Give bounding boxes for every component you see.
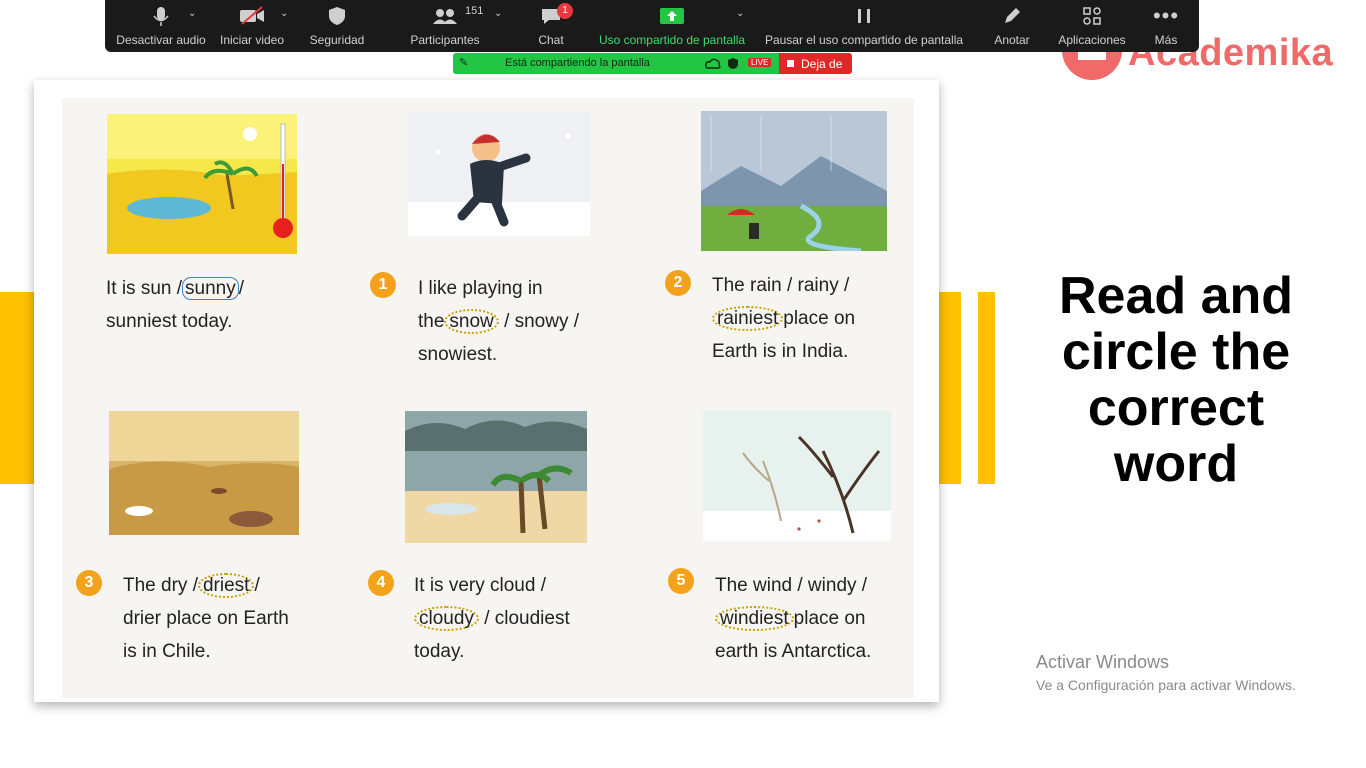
slide-title: Read and circle the correct word (1040, 268, 1312, 492)
share-screen-label: Uso compartido de pantalla (598, 33, 746, 47)
cloud-icon (705, 58, 721, 69)
pencil-icon (1005, 8, 1020, 23)
item-5-line-1: The wind / windy / (715, 575, 868, 596)
participants-label: Participantes (410, 33, 480, 47)
item-1-number: 1 (370, 272, 396, 298)
worksheet-card: It is sun / sunny / sunniest today. 1 I li… (34, 80, 939, 702)
rainy-picture (701, 111, 887, 251)
item-2-line-3: Earth is in India. (712, 341, 849, 362)
example-text-2: / (238, 278, 245, 299)
stop-share-button[interactable]: Deja de (779, 53, 852, 74)
participants-chevron-icon[interactable]: ⌄ (494, 8, 502, 19)
item-4-answer-cloudy: cloudy (414, 606, 479, 631)
example-text-1: It is sun / (106, 278, 183, 299)
annotate-button[interactable]: Anotar (989, 0, 1035, 52)
more-dots-icon: ••• (1152, 3, 1180, 28)
zoom-toolbar: Desactivar audio ⌄ Iniciar video ⌄ Segur… (105, 0, 1199, 52)
shield-icon (329, 7, 345, 25)
windy-picture (703, 411, 891, 541)
item-3-sentence: The dry / driest / drier place on Earth is… (123, 569, 289, 668)
item-1-line-2a: the (418, 311, 445, 332)
item-1-line-2c: / snowy / (504, 311, 580, 332)
stop-square-icon (787, 60, 794, 67)
pause-icon (858, 9, 870, 23)
yellow-bar-left (0, 292, 34, 484)
dry-desert-picture (109, 411, 299, 535)
example-answer-sunny: sunny (182, 277, 239, 300)
item-2-line-2c: place on (783, 308, 856, 329)
apps-button[interactable]: Aplicaciones (1055, 0, 1129, 52)
stop-share-label: Deja de (801, 56, 843, 71)
apps-icon (1083, 7, 1101, 25)
yellow-bar-right-1 (939, 292, 961, 484)
chat-button[interactable]: 1 Chat (531, 0, 573, 52)
item-2-line-1: The rain / rainy / (712, 275, 850, 296)
chat-badge: 1 (557, 3, 573, 19)
snowy-picture (408, 112, 590, 236)
video-off-icon (240, 6, 264, 25)
item-3-line-2: drier place on Earth (123, 608, 289, 629)
apps-label: Aplicaciones (1058, 33, 1126, 47)
chat-label: Chat (538, 33, 564, 47)
more-button[interactable]: ••• Más (1151, 0, 1181, 52)
sharing-text: Está compartiendo la pantalla (505, 57, 650, 69)
item-1-line-1: I like playing in (418, 278, 543, 299)
title-line-3: correct (1087, 379, 1265, 437)
item-2-sentence: The rain / rainy / rainiest place on Eart… (712, 269, 855, 368)
microphone-icon (153, 7, 169, 26)
audio-options-chevron-icon[interactable]: ⌄ (188, 8, 196, 19)
title-line-4: word (1113, 435, 1239, 493)
security-button[interactable]: Seguridad (305, 0, 369, 52)
annotate-label: Anotar (994, 33, 1030, 47)
pause-share-button[interactable]: Pausar el uso compartido de pantalla (765, 0, 963, 52)
shield-check-icon (728, 58, 738, 69)
title-line-2: circle the (1061, 323, 1291, 381)
yellow-bar-right-2 (978, 292, 995, 484)
item-5-sentence: The wind / windy / windiest place on eart… (715, 569, 871, 668)
item-1-sentence: I like playing in the snow / snowy / snow… (418, 272, 579, 371)
example-text-3: sunniest today. (106, 311, 233, 332)
item-3-line-3: is in Chile. (123, 641, 211, 662)
item-3-number: 3 (76, 570, 102, 596)
item-1-line-3: snowiest. (418, 344, 498, 365)
pin-icon[interactable]: ✎ (459, 56, 468, 69)
share-options-chevron-icon[interactable]: ⌄ (736, 8, 744, 19)
item-4-sentence: It is very cloud / cloudy / cloudiest to… (414, 569, 570, 668)
title-line-1: Read and (1058, 267, 1294, 325)
mute-label: Desactivar audio (116, 33, 206, 47)
item-3-answer-driest: driest (197, 573, 255, 598)
live-badge: LIVE (748, 58, 772, 67)
share-screen-icon (660, 8, 684, 24)
participants-icon (433, 9, 457, 24)
item-4-line-3: today. (414, 641, 465, 662)
item-5-line-3: earth is Antarctica. (715, 641, 872, 662)
worksheet-page: It is sun / sunny / sunniest today. 1 I li… (62, 98, 914, 698)
item-2-answer-rainiest: rainiest (712, 306, 784, 331)
item-4-number: 4 (368, 570, 394, 596)
cloudy-picture (405, 411, 587, 543)
video-label: Iniciar video (219, 33, 285, 47)
participants-count: 151 (465, 5, 484, 17)
activate-windows-title: Activar Windows (1036, 652, 1170, 672)
example-sentence: It is sun / sunny / sunniest today. (106, 272, 244, 338)
sharing-banner[interactable]: ✎ Está compartiendo la pantalla LIVE (453, 53, 779, 74)
pause-share-label: Pausar el uso compartido de pantalla (764, 33, 964, 47)
item-5-answer-windiest: windiest (715, 606, 794, 631)
more-label: Más (1154, 33, 1178, 47)
share-screen-button[interactable]: Uso compartido de pantalla (595, 0, 749, 52)
video-button[interactable]: Iniciar video (217, 0, 287, 52)
sunny-desert-picture (107, 114, 297, 254)
item-3-line-1c: / (254, 575, 260, 596)
item-3-line-1a: The dry / (123, 575, 198, 596)
item-2-number: 2 (665, 270, 691, 296)
video-options-chevron-icon[interactable]: ⌄ (280, 8, 288, 19)
item-5-line-2c: place on (793, 608, 866, 629)
item-4-line-2c: / cloudiest (484, 608, 570, 629)
item-4-line-1: It is very cloud / (414, 575, 546, 596)
item-1-answer-snow: snow (444, 309, 499, 334)
security-label: Seguridad (309, 33, 365, 47)
item-5-number: 5 (668, 568, 694, 594)
activate-windows-subtitle: Ve a Configuración para activar Windows. (1036, 677, 1296, 693)
